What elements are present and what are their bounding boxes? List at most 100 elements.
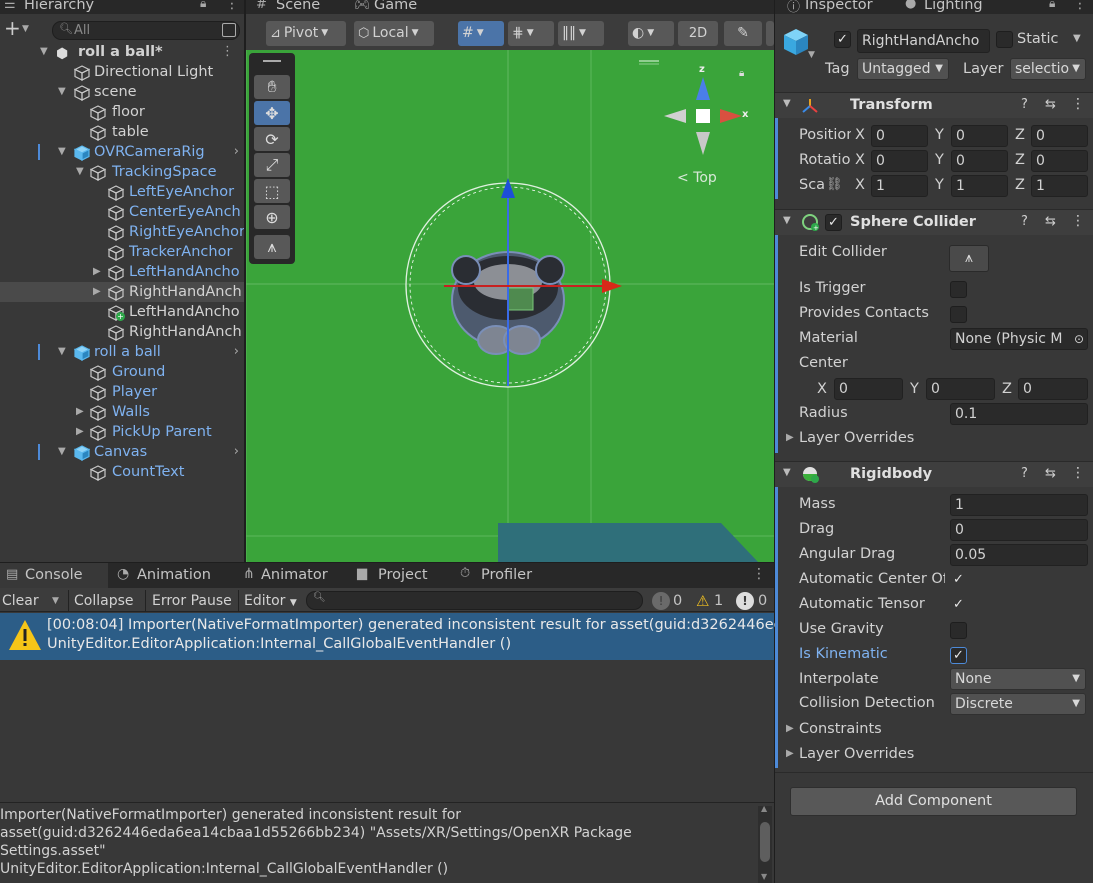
warning-icon[interactable]: ⚠ (696, 590, 709, 612)
help-icon[interactable]: ? (1021, 214, 1028, 229)
hand-tool[interactable]: ✋︎ (254, 75, 290, 99)
tab-inspector[interactable]: Inspector (805, 0, 873, 13)
transform-tool[interactable]: ⊕ (254, 205, 290, 229)
is-kinematic-checkbox[interactable]: ✓ (950, 647, 967, 664)
hierarchy-item[interactable]: Directional Light (0, 62, 244, 82)
position-y-field[interactable]: 0 (951, 125, 1008, 147)
collision-detection-dropdown[interactable]: Discrete ▼ (950, 693, 1086, 715)
chevron-right-icon[interactable]: ▶ (786, 723, 794, 734)
help-icon[interactable]: ? (1021, 97, 1028, 112)
hierarchy-item[interactable]: ▼ TrackingSpace (0, 162, 244, 182)
add-icon[interactable]: + (4, 17, 21, 39)
scale-y-field[interactable]: 1 (951, 175, 1008, 197)
angular-drag-field[interactable]: 0.05 (950, 544, 1088, 566)
position-x-field[interactable]: 0 (871, 125, 928, 147)
expand-right-icon[interactable]: ▶ (93, 282, 101, 302)
expand-down-icon[interactable]: ▼ (58, 442, 66, 462)
object-picker-icon[interactable]: ⊙ (1073, 329, 1084, 349)
log-detail-pane[interactable]: Importer(NativeFormatImporter) generated… (0, 806, 756, 883)
hierarchy-item[interactable]: ▼ scene (0, 82, 244, 102)
expand-right-icon[interactable]: ▶ (76, 402, 84, 422)
presets-icon[interactable]: ⇆ (1045, 214, 1056, 229)
sphere-collider-header[interactable]: ▼ + ✓ Sphere Collider ? ⇆ ⋮ (775, 209, 1093, 235)
tag-dropdown[interactable]: Untagged ▼ (857, 58, 949, 80)
add-component-button[interactable]: Add Component (790, 787, 1077, 816)
scale-tool[interactable]: ⤢ (254, 153, 290, 177)
scale-z-field[interactable]: 1 (1031, 175, 1088, 197)
pivot-dropdown[interactable]: ⊿ Pivot ▼ (266, 21, 346, 46)
chevron-down-icon[interactable]: ▼ (1073, 33, 1081, 44)
2d-toggle[interactable]: 2D (678, 21, 718, 46)
kebab-menu-icon[interactable]: ⋮ (221, 42, 234, 62)
hierarchy-item[interactable]: ▶ PickUp Parent (0, 422, 244, 442)
static-checkbox[interactable] (996, 31, 1013, 48)
tab-animation[interactable]: Animation (137, 567, 211, 583)
rotation-x-field[interactable]: 0 (871, 150, 928, 172)
tab-project[interactable]: Project (378, 567, 428, 583)
hierarchy-item[interactable]: ▶ Walls (0, 402, 244, 422)
center-y-field[interactable]: 0 (926, 378, 995, 400)
layer-overrides-foldout[interactable]: Layer Overrides (799, 430, 914, 446)
scale-x-field[interactable]: 1 (871, 175, 928, 197)
lock-icon[interactable]: 🔒︎ (200, 0, 206, 11)
move-tool[interactable]: ✥ (254, 101, 290, 125)
collapse-button[interactable]: Collapse (74, 590, 134, 612)
rotation-y-field[interactable]: 0 (951, 150, 1008, 172)
hierarchy-item[interactable]: Player (0, 382, 244, 402)
rigidbody-layer-overrides-foldout[interactable]: Layer Overrides (799, 746, 914, 762)
hierarchy-item[interactable]: + LeftHandAncho (0, 302, 244, 322)
active-checkbox[interactable]: ✓ (834, 31, 851, 48)
center-z-field[interactable]: 0 (1018, 378, 1088, 400)
hierarchy-item[interactable]: ▼ OVRCameraRig › (0, 142, 244, 162)
transform-header[interactable]: ▼ Transform ? ⇆ ⋮ (775, 92, 1093, 118)
clear-button[interactable]: Clear (2, 590, 39, 612)
edit-collider-tool[interactable]: ⩚ (254, 235, 290, 259)
rect-tool[interactable]: ⬚ (254, 179, 290, 203)
chevron-right-icon[interactable]: ▶ (786, 432, 794, 443)
divider[interactable] (244, 0, 246, 562)
expand-down-icon[interactable]: ▼ (58, 82, 66, 102)
kebab-menu-icon[interactable]: ⋮ (1071, 465, 1085, 481)
kebab-menu-icon[interactable]: ⋮ (752, 566, 766, 582)
log-entry-selected[interactable]: [00:08:04] Importer(NativeFormatImporter… (0, 613, 792, 660)
local-dropdown[interactable]: ⬡ Local ▼ (354, 21, 434, 46)
chevron-down-icon[interactable]: ▼ (22, 24, 29, 34)
drag-field[interactable]: 0 (950, 519, 1088, 541)
search-type-icon[interactable] (222, 23, 236, 37)
layer-dropdown[interactable]: selectio ▼ (1010, 58, 1086, 80)
hierarchy-item[interactable]: LeftEyeAnchor (0, 182, 244, 202)
expand-right-icon[interactable]: ▶ (93, 262, 101, 282)
hierarchy-item[interactable]: RightHandAnch (0, 322, 244, 342)
position-z-field[interactable]: 0 (1031, 125, 1088, 147)
chevron-down-icon[interactable]: ▼ (808, 50, 815, 60)
lock-icon[interactable]: 🔒︎ (1049, 0, 1055, 11)
lighting-toggle[interactable]: ✎ (724, 21, 762, 46)
hierarchy-item[interactable]: ▶ LeftHandAncho (0, 262, 244, 282)
center-x-field[interactable]: 0 (834, 378, 903, 400)
chevron-right-icon[interactable]: › (234, 442, 239, 462)
provides-contacts-checkbox[interactable] (950, 306, 967, 323)
expand-down-icon[interactable]: ▼ (58, 342, 66, 362)
radius-field[interactable]: 0.1 (950, 403, 1088, 425)
hierarchy-item[interactable]: TrackerAnchor (0, 242, 244, 262)
presets-icon[interactable]: ⇆ (1045, 466, 1056, 481)
chevron-right-icon[interactable]: ▶ (786, 748, 794, 759)
tab-lighting[interactable]: Lighting (924, 0, 983, 13)
kebab-menu-icon[interactable]: ⋮ (225, 0, 239, 12)
gameobject-cube-icon[interactable] (783, 28, 809, 56)
log-icon[interactable]: ! (652, 592, 670, 610)
expand-right-icon[interactable]: ▶ (76, 422, 84, 442)
rotation-z-field[interactable]: 0 (1031, 150, 1088, 172)
hierarchy-item[interactable]: CenterEyeAnch (0, 202, 244, 222)
use-gravity-checkbox[interactable] (950, 622, 967, 639)
hierarchy-item[interactable]: CountText (0, 462, 244, 482)
hierarchy-item[interactable]: Ground (0, 362, 244, 382)
link-icon[interactable]: ⛓︎ (826, 177, 843, 192)
presets-icon[interactable]: ⇆ (1045, 97, 1056, 112)
gizmo-lock-icon[interactable]: 🔒︎ (739, 68, 744, 79)
auto-center-checkbox[interactable]: ✓ (950, 572, 967, 589)
is-trigger-checkbox[interactable] (950, 281, 967, 298)
tab-scene[interactable]: Scene (276, 0, 320, 13)
object-name-field[interactable]: RightHandAncho (857, 29, 990, 53)
hierarchy-item[interactable]: RightEyeAnchor (0, 222, 244, 242)
